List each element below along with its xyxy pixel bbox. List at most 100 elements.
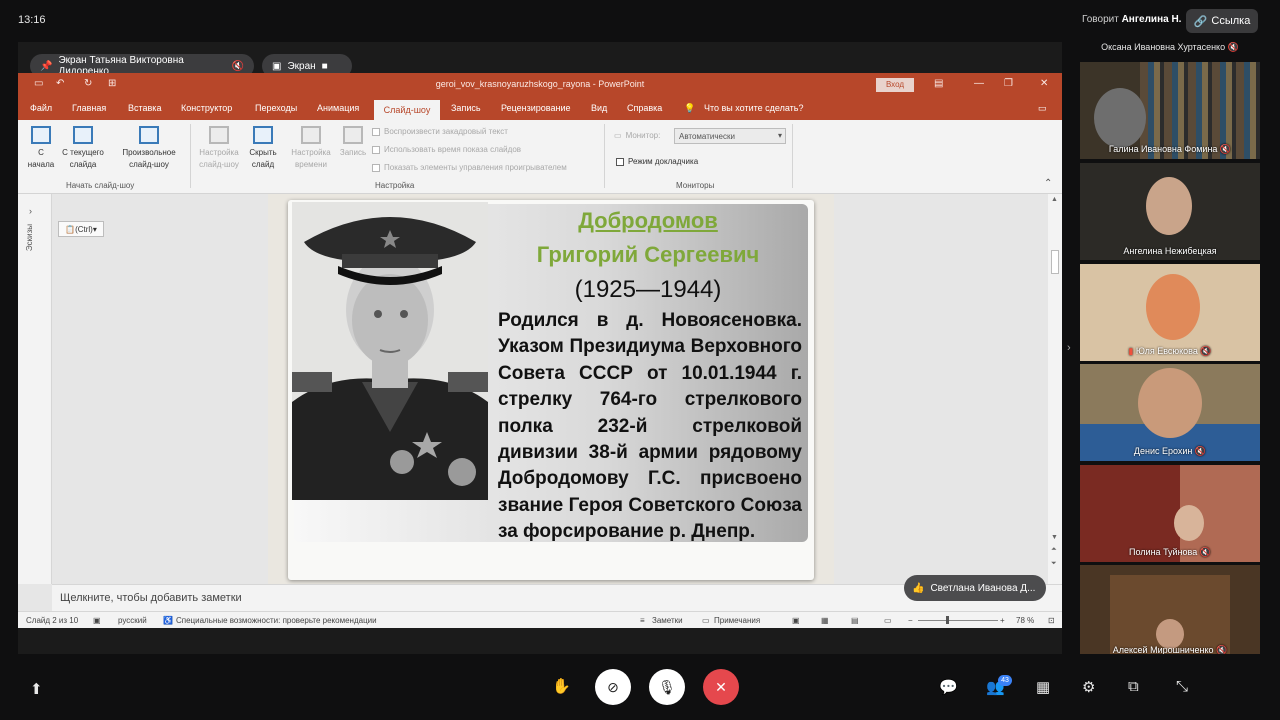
link-icon: 🔗 bbox=[1193, 15, 1208, 28]
powerpoint-window: ▭ ↶ ↻ ⊞ geroi_vov_krasnoyaruzhskogo_rayo… bbox=[18, 73, 1062, 628]
participant-tile[interactable]: ▮ Юля Евсюкова 🔇 bbox=[1080, 264, 1260, 361]
paste-options-tag[interactable]: 📋 (Ctrl) ▾ bbox=[58, 221, 104, 237]
tab-slideshow[interactable]: Слайд-шоу bbox=[374, 100, 440, 120]
raise-hand-icon[interactable]: ✋ bbox=[552, 677, 571, 695]
tab-insert[interactable]: Вставка bbox=[128, 103, 161, 113]
mic-off-button[interactable]: 🎙 bbox=[649, 669, 685, 705]
zoom-level[interactable]: 78 % bbox=[1016, 616, 1034, 625]
tab-design[interactable]: Конструктор bbox=[181, 103, 232, 113]
from-current-button[interactable]: С текущего слайда bbox=[58, 126, 108, 171]
mic-off-icon: 🔇 bbox=[231, 60, 244, 72]
screen-icon: ▣ bbox=[272, 60, 282, 72]
participant-tile[interactable]: Денис Ерохин 🔇 bbox=[1080, 364, 1260, 461]
notes-button[interactable]: Заметки bbox=[652, 616, 683, 625]
leave-call-button[interactable]: ✕ bbox=[703, 669, 739, 705]
scroll-down-icon[interactable]: ▼ bbox=[1051, 534, 1058, 541]
tab-help[interactable]: Справка bbox=[627, 103, 662, 113]
ribbon-options-icon[interactable]: ▤ bbox=[934, 78, 943, 89]
share-screen-icon[interactable]: ⬆ bbox=[30, 680, 43, 698]
next-slide-icon[interactable]: ⏷ bbox=[1051, 560, 1057, 568]
chat-icon[interactable]: 💬 bbox=[939, 678, 958, 696]
rehearse-timings-button[interactable]: Настройка времени bbox=[286, 126, 336, 171]
participant-tile[interactable]: Алексей Мирошниченко 🔇 bbox=[1080, 565, 1260, 654]
ribbon-separator bbox=[792, 124, 793, 188]
hide-slide-button[interactable]: Скрыть слайд bbox=[244, 126, 282, 171]
tab-view[interactable]: Вид bbox=[591, 103, 607, 113]
sorter-view-icon[interactable]: ▦ bbox=[821, 616, 829, 625]
tab-animations[interactable]: Анимация bbox=[317, 103, 359, 113]
presenter-view-checkbox[interactable]: Режим докладчика bbox=[616, 157, 698, 166]
scroll-thumb[interactable] bbox=[1051, 250, 1059, 274]
accessibility-status[interactable]: Специальные возможности: проверьте реком… bbox=[176, 616, 377, 625]
participant-tile[interactable]: Галина Ивановна Фомина 🔇 bbox=[1080, 62, 1260, 159]
tell-me-search[interactable]: Что вы хотите сделать? bbox=[704, 103, 804, 113]
pip-icon[interactable]: ⧉ bbox=[1128, 678, 1139, 695]
close-icon[interactable]: ✕ bbox=[1040, 78, 1048, 89]
comments-button[interactable]: Примечания bbox=[714, 616, 760, 625]
participant-name-top: Оксана Ивановна Хуртасенко 🔇 bbox=[1101, 42, 1239, 52]
tab-review[interactable]: Рецензирование bbox=[501, 103, 571, 113]
pin-icon[interactable]: 📌 bbox=[40, 61, 52, 72]
fullscreen-icon[interactable]: ⤡ bbox=[1176, 678, 1188, 695]
collapse-ribbon-icon[interactable]: ⌃ bbox=[1044, 178, 1052, 189]
language-indicator[interactable]: русский bbox=[118, 616, 147, 625]
zoom-slider-thumb[interactable] bbox=[946, 616, 949, 624]
participant-name: Полина Туйнова 🔇 bbox=[1129, 547, 1211, 557]
tab-transitions[interactable]: Переходы bbox=[255, 103, 297, 113]
normal-view-icon[interactable]: ▣ bbox=[792, 616, 800, 625]
tiles-expand-icon[interactable]: › bbox=[1067, 342, 1071, 354]
mic-off-icon: 🔇 bbox=[1227, 42, 1239, 52]
grid-view-icon[interactable]: ▦ bbox=[1036, 678, 1050, 696]
minimize-icon[interactable]: — bbox=[974, 78, 984, 89]
vertical-scrollbar[interactable]: ▲ ▼ ⏶ ⏷ bbox=[1048, 194, 1062, 584]
participant-name: Денис Ерохин 🔇 bbox=[1133, 446, 1207, 456]
monitor-icon: ▭ bbox=[614, 131, 622, 140]
participant-tile[interactable]: Ангелина Нежибецкая bbox=[1080, 163, 1260, 260]
zoom-in-icon[interactable]: + bbox=[1000, 616, 1005, 625]
camera-off-button[interactable]: ⊘ bbox=[595, 669, 631, 705]
participant-tile[interactable]: Полина Туйнова 🔇 bbox=[1080, 465, 1260, 562]
ppt-titlebar: ▭ ↶ ↻ ⊞ geroi_vov_krasnoyaruzhskogo_rayo… bbox=[18, 73, 1062, 97]
comments-icon[interactable]: ▭ bbox=[1038, 103, 1047, 114]
participant-video bbox=[1146, 274, 1200, 340]
timings-checkbox[interactable]: Использовать время показа слайдов bbox=[372, 145, 521, 154]
participant-video bbox=[1146, 177, 1192, 235]
reading-view-icon[interactable]: ▤ bbox=[851, 616, 859, 625]
fit-slide-icon[interactable]: ⊡ bbox=[1048, 616, 1055, 625]
monitor-select[interactable]: Автоматически ▾ bbox=[674, 128, 786, 144]
reaction-notification: 👍 Светлана Иванова Д... bbox=[904, 575, 1046, 601]
prev-slide-icon[interactable]: ⏶ bbox=[1051, 546, 1057, 554]
media-controls-checkbox[interactable]: Показать элементы управления проигрывате… bbox=[372, 163, 567, 172]
slide[interactable]: Добродомов Григорий Сергеевич (1925—1944… bbox=[288, 200, 814, 580]
copy-link-button[interactable]: 🔗 Ссылка bbox=[1186, 9, 1258, 33]
comments-status-icon: ▭ bbox=[702, 616, 710, 625]
edit-area: › Эскизы 📋 (Ctrl) ▾ Добродомов Григорий … bbox=[18, 194, 1062, 584]
clipboard-icon: 📋 bbox=[65, 224, 76, 234]
tab-home[interactable]: Главная bbox=[72, 103, 106, 113]
restore-icon[interactable]: ❐ bbox=[1004, 78, 1013, 89]
speaking-indicator: Говорит Ангелина Н. bbox=[1082, 14, 1181, 25]
expand-icon[interactable]: › bbox=[29, 206, 32, 216]
login-button[interactable]: Вход bbox=[876, 78, 914, 92]
chevron-down-icon: ▾ bbox=[92, 224, 97, 234]
clock: 13:16 bbox=[18, 14, 46, 26]
zoom-slider[interactable] bbox=[918, 620, 998, 621]
participant-name: Алексей Мирошниченко 🔇 bbox=[1112, 645, 1228, 654]
tab-file[interactable]: Файл bbox=[30, 103, 52, 113]
accessibility-icon: ♿ bbox=[163, 616, 173, 625]
spellcheck-icon[interactable]: ▣ bbox=[93, 616, 101, 625]
narration-checkbox[interactable]: Воспроизвести закадровый текст bbox=[372, 127, 508, 136]
from-start-button[interactable]: С начала bbox=[24, 126, 58, 171]
record-button[interactable]: Запись bbox=[336, 126, 370, 159]
group-start-label: Начать слайд-шоу bbox=[66, 181, 135, 190]
slide-counter: Слайд 2 из 10 bbox=[26, 616, 79, 625]
thumbnails-pane[interactable]: › Эскизы bbox=[18, 194, 52, 584]
setup-show-button[interactable]: Настройка слайд-шоу bbox=[194, 126, 244, 171]
tab-record[interactable]: Запись bbox=[451, 103, 481, 113]
custom-show-button[interactable]: Произвольное слайд-шоу bbox=[114, 126, 184, 171]
gear-icon[interactable]: ⚙ bbox=[1082, 678, 1095, 696]
zoom-out-icon[interactable]: − bbox=[908, 616, 913, 625]
slideshow-view-icon[interactable]: ▭ bbox=[884, 616, 892, 625]
scroll-up-icon[interactable]: ▲ bbox=[1051, 196, 1058, 203]
participant-video bbox=[1174, 505, 1204, 541]
